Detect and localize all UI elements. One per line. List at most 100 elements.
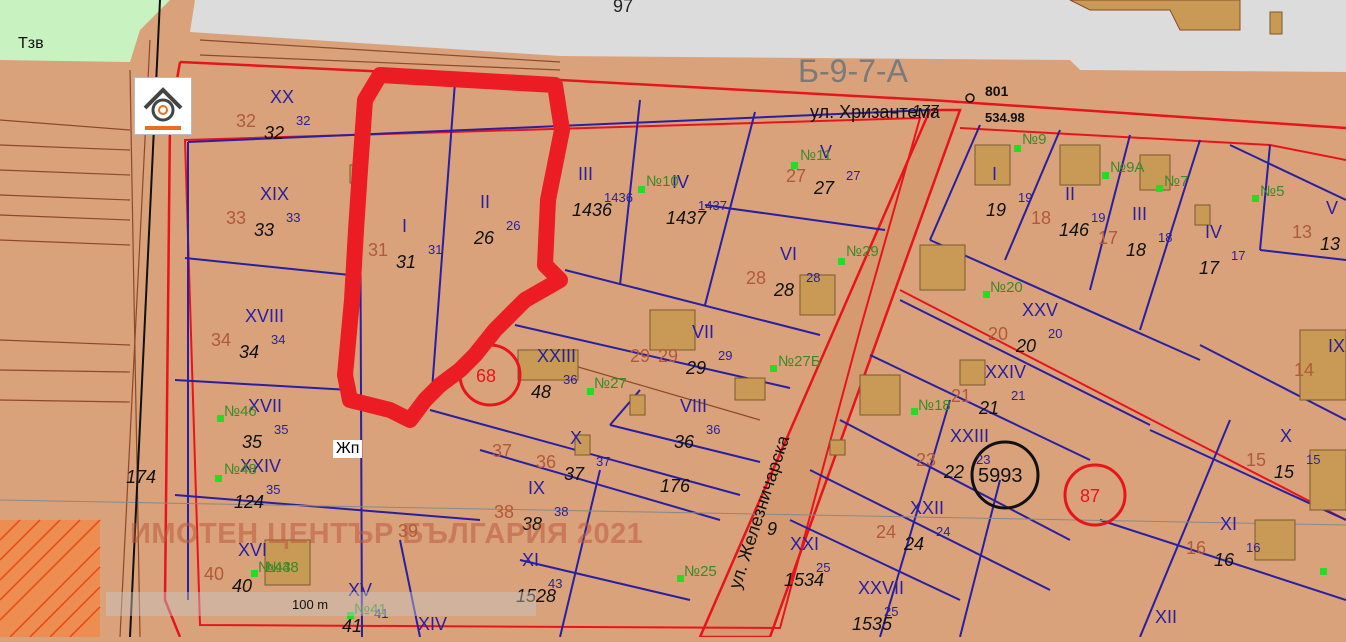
parcel-roman-label: XIX [260, 184, 289, 204]
circle-68-label: 68 [476, 366, 496, 386]
number-174-label: 174 [126, 467, 156, 487]
parcel-small-number: 37 [596, 454, 610, 469]
parcel-roman-label: XI [1220, 514, 1237, 534]
parcel-black-number: 28 [773, 280, 794, 300]
parcel-small-number: 1436 [604, 190, 633, 205]
railway-label: Жп [333, 440, 363, 458]
parcel-roman-label: XXI [790, 534, 819, 554]
point-elevation-label: 534.98 [985, 110, 1025, 125]
parcel-brown-number: 16 [1186, 538, 1206, 558]
house-number-label: №10 [646, 173, 679, 190]
parcel-small-number: 29 [718, 348, 732, 363]
parcel-small-number: 36 [706, 422, 720, 437]
parcel-roman-label: XII [1155, 607, 1177, 627]
parcel-roman-label: III [578, 164, 593, 184]
parcel-brown-number: 34 [211, 330, 231, 350]
house-number-label: №48 [266, 559, 299, 576]
parcel-black-number: 33 [254, 220, 274, 240]
parcel-roman-label: XXVII [858, 578, 904, 598]
parcel-brown-number: 13 [1292, 222, 1312, 242]
parcel-black-number: 48 [531, 382, 551, 402]
parcel-roman-label: V [1326, 198, 1338, 218]
parcel-roman-label: X [570, 428, 582, 448]
parcel-roman-label: XX [270, 87, 294, 107]
tzv-label: Тзв [18, 35, 44, 52]
parcel-small-number: 31 [428, 242, 442, 257]
parcel-brown-number: 18 [1031, 208, 1051, 228]
house-number-label: №20 [990, 279, 1023, 296]
parcel-brown-number: 21 [951, 386, 971, 406]
parcel-roman-label: IX [1328, 336, 1345, 356]
parcel-roman-label: XXIII [950, 426, 989, 446]
parcel-roman-label: XIV [418, 614, 447, 634]
sheet-code-label: Б-9-7-А [798, 53, 909, 89]
parcel-brown-number: 32 [236, 111, 256, 131]
parcel-roman-label: VI [780, 244, 797, 264]
parcel-brown-number: 23 [916, 450, 936, 470]
parcel-black-number: 34 [239, 342, 259, 362]
parcel-roman-label: X [1280, 426, 1292, 446]
parcel-black-number: 27 [813, 178, 835, 198]
parcel-roman-label: I [992, 164, 997, 184]
house-number-label: №27 [594, 375, 627, 392]
house-number-label: №48 [224, 461, 257, 478]
parcel-small-number: 23 [976, 452, 990, 467]
parcel-roman-label: XXII [910, 498, 944, 518]
house-number-label: №5 [1260, 183, 1284, 200]
road-number-label: 97 [613, 0, 633, 16]
parcel-small-number: 17 [1231, 248, 1245, 263]
house-number-label: №25 [684, 563, 717, 580]
parcel-roman-label: XVIII [245, 306, 284, 326]
parcel-roman-label: II [480, 192, 490, 212]
scale-label: 100 m [292, 597, 329, 612]
parcel-black-number: 19 [986, 200, 1006, 220]
parcel-small-number: 25 [816, 560, 830, 575]
house-number-label: №29 [846, 243, 879, 260]
parcel-roman-label: I [402, 216, 407, 236]
parcel-roman-label: XXV [1022, 300, 1058, 320]
parcel-black-number: 26 [473, 228, 495, 248]
street-number-label: 177 [912, 103, 940, 120]
label-176: 176 [660, 476, 691, 496]
parcel-small-number: 34 [271, 332, 285, 347]
parcel-roman-label: VII [692, 322, 714, 342]
parcel-roman-label: IV [1205, 222, 1222, 242]
parcel-roman-label: XI [522, 550, 539, 570]
parcel-black-number: 35 [242, 432, 263, 452]
parcel-black-number: 31 [396, 252, 416, 272]
parcel-black-number: 29 [685, 358, 706, 378]
parcel-black-number: 37 [564, 464, 585, 484]
parcel-black-number: 20 [1015, 336, 1036, 356]
parcel-black-number: 146 [1059, 220, 1090, 240]
parcel-roman-label: IX [528, 478, 545, 498]
house-number-label: №27Б [778, 353, 821, 370]
parcel-small-number: 27 [846, 168, 860, 183]
parcel-small-number: 33 [286, 210, 300, 225]
parcel-black-number: 124 [234, 492, 264, 512]
house-number-label: №9 [1022, 131, 1046, 148]
parcel-small-number: 28 [806, 270, 820, 285]
parcel-small-number: 38 [554, 504, 568, 519]
parcel-brown-number: 40 [204, 564, 224, 584]
number-5993-label: 5993 [978, 465, 1023, 487]
parcel-brown-number: 14 [1294, 360, 1314, 380]
house-number-label: №7 [1164, 173, 1188, 190]
parcel-brown-number: 31 [368, 240, 388, 260]
house-number-label: №18 [918, 397, 951, 414]
parcel-brown-number: 20 [988, 324, 1008, 344]
house-number-label: №46 [224, 403, 257, 420]
parcel-small-number: 24 [936, 524, 950, 539]
parcel-small-number: 21 [1011, 388, 1025, 403]
parcel-small-number: 15 [1306, 452, 1320, 467]
parcel-brown-number: 15 [1246, 450, 1266, 470]
parcel-small-number: 32 [296, 113, 310, 128]
parcel-brown-number: 36 [536, 452, 556, 472]
parcel-brown-number: 27 [786, 166, 806, 186]
parcel-small-number: 19 [1018, 190, 1032, 205]
parcel-small-number: 1437 [698, 198, 727, 213]
parcel-brown-number: 33 [226, 208, 246, 228]
parcel-brown-number: 28 [746, 268, 766, 288]
parcel-small-number: 18 [1158, 230, 1172, 245]
parcel-small-number: 20 [1048, 326, 1062, 341]
parcel-small-number: 35 [266, 482, 280, 497]
